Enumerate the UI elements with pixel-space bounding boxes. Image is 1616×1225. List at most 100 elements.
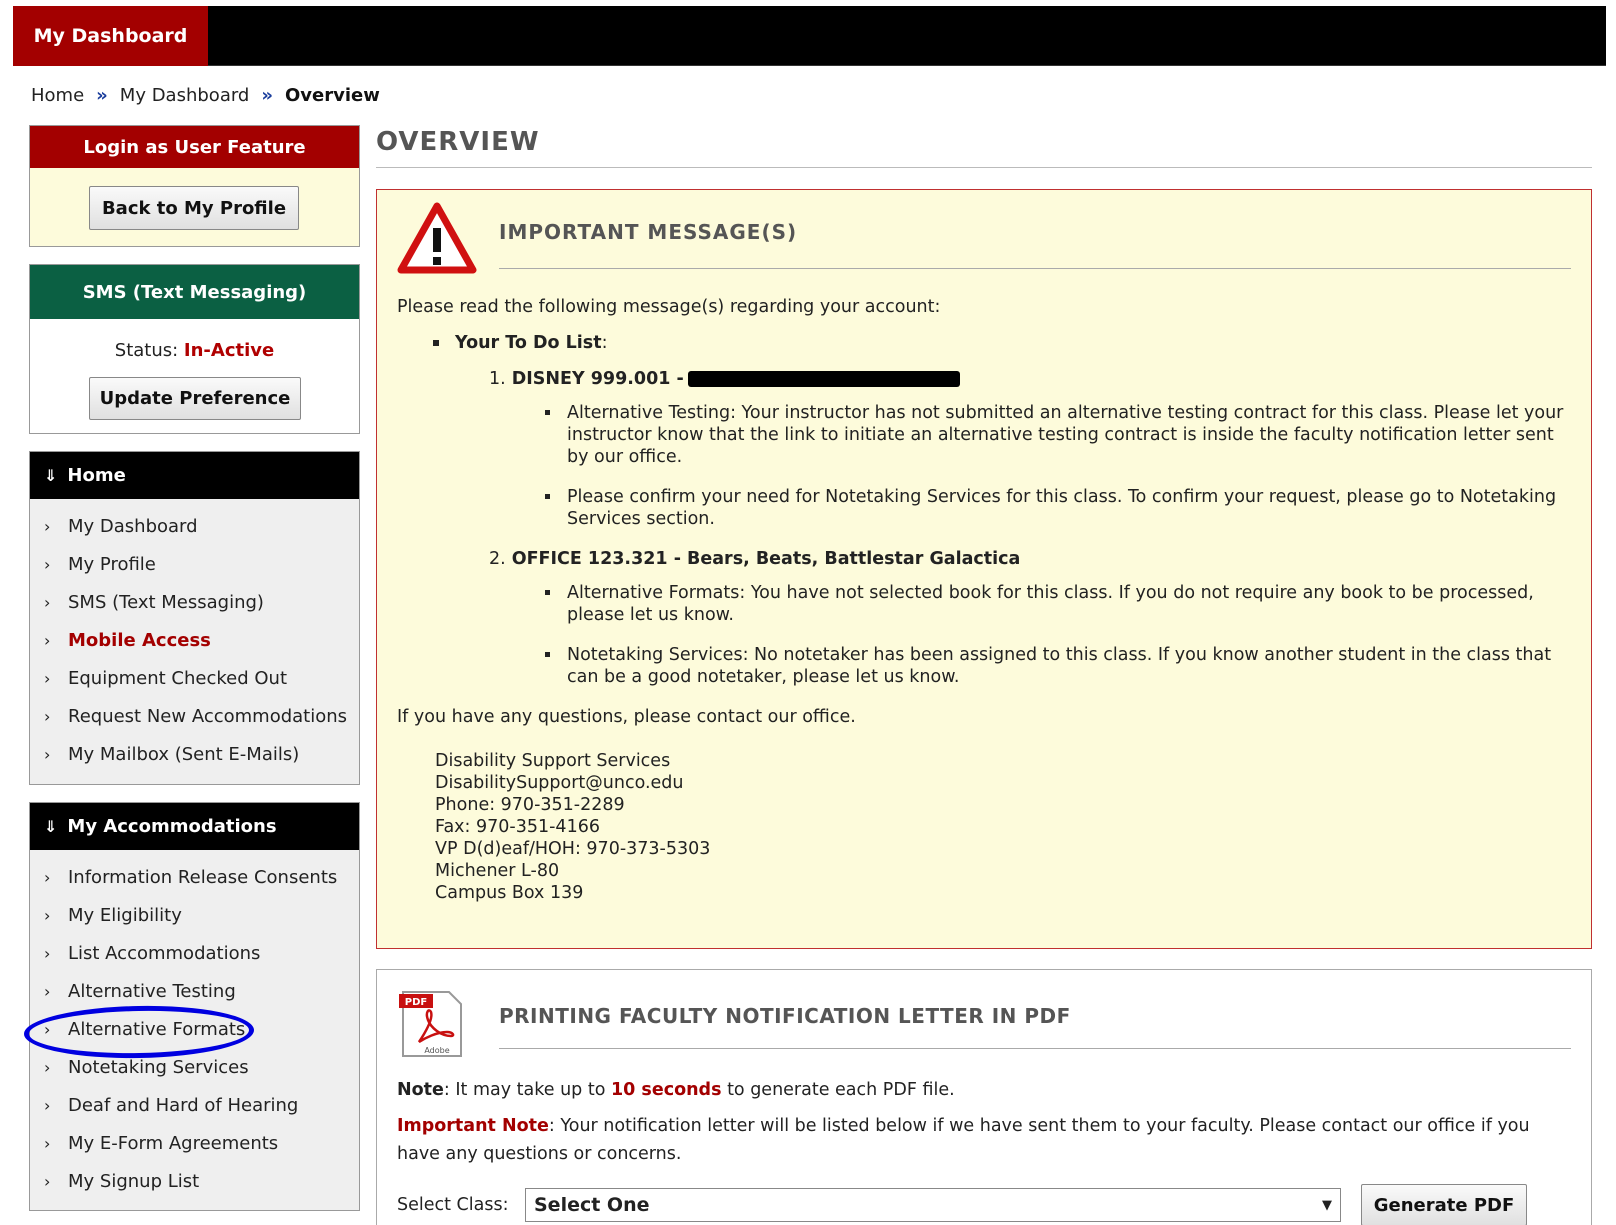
contact-line: Fax: 970-351-4166 — [435, 817, 600, 837]
sidebar-item-label: Notetaking Services — [68, 1056, 249, 1078]
sidebar-item-label: List Accommodations — [68, 942, 261, 964]
course-notice-list: Alternative Testing: Your instructor has… — [489, 402, 1577, 530]
update-preference-button[interactable]: Update Preference — [89, 377, 301, 420]
chevron-right-icon: › — [44, 1057, 51, 1077]
course-title: 2. OFFICE 123.321 - Bears, Beats, Battles… — [489, 548, 1577, 570]
course-notice: Alternative Testing: Your instructor has… — [545, 402, 1577, 468]
course-number: 2. — [489, 549, 506, 569]
sidebar-item-label: My Signup List — [68, 1170, 200, 1192]
sidebar-item-label: Information Release Consents — [68, 866, 338, 888]
pdf-panel-title: PRINTING FACULTY NOTIFICATION LETTER IN … — [499, 1004, 1071, 1028]
home-nav-list: › My Dashboard › My Profile › SMS (Text Messa… — [30, 499, 359, 773]
tab-my-dashboard[interactable]: My Dashboard — [13, 6, 208, 66]
sidebar-item-request-new-accommodations[interactable]: › Request New Accommodations — [30, 697, 359, 735]
sidebar-item-label: My Dashboard — [68, 515, 198, 537]
sidebar-item-sms-text-messaging[interactable]: › SMS (Text Messaging) — [30, 583, 359, 621]
accommodations-nav-list: › Information Release Consents › My Eligibi… — [30, 850, 359, 1200]
course-title: 1. DISNEY 999.001 - — [489, 368, 1577, 390]
home-nav-header[interactable]: ⇓ Home — [30, 452, 359, 499]
double-chevron-right-icon: » — [261, 84, 273, 106]
course-list: 1. DISNEY 999.001 - Alternative Testing: Y… — [433, 368, 1577, 688]
chevron-right-icon: › — [44, 905, 51, 925]
sidebar-item-equipment-checked-out[interactable]: › Equipment Checked Out — [30, 659, 359, 697]
chevron-right-icon: › — [44, 1171, 51, 1191]
sidebar-item-alternative-formats[interactable]: › Alternative Formats — [30, 1010, 359, 1048]
sidebar-item-mobile-access[interactable]: › Mobile Access — [30, 621, 359, 659]
message-divider — [499, 268, 1571, 269]
course-title-text: DISNEY 999.001 - — [511, 369, 684, 389]
sidebar-item-label: Request New Accommodations — [68, 705, 348, 727]
contact-line: Phone: 970-351-2289 — [435, 795, 625, 815]
home-nav-panel: ⇓ Home › My Dashboard › My Profile › SMS (Tex… — [29, 451, 360, 785]
select-class-label: Select Class: — [397, 1195, 509, 1215]
course-notice: Please confirm your need for Notetaking … — [545, 486, 1577, 530]
pdf-important-note: Important Note: Your notification letter… — [397, 1112, 1577, 1168]
chevron-right-icon: › — [44, 668, 51, 688]
double-chevron-down-icon: ⇓ — [44, 466, 58, 485]
chevron-right-icon: › — [44, 981, 51, 1001]
breadcrumb: Home » My Dashboard » Overview — [31, 82, 380, 108]
chevron-right-icon: › — [44, 592, 51, 612]
sidebar-item-label: Deaf and Hard of Hearing — [68, 1094, 299, 1116]
sidebar-item-label: My Profile — [68, 553, 156, 575]
home-nav-title: Home — [67, 465, 126, 486]
select-class-row: Select Class: Select One ▼ Generate PDF — [397, 1184, 1577, 1225]
chevron-right-icon: › — [44, 630, 51, 650]
bullet-icon — [433, 340, 439, 346]
sidebar-item-alternative-testing[interactable]: › Alternative Testing — [30, 972, 359, 1010]
sidebar-item-my-signup-list[interactable]: › My Signup List — [30, 1162, 359, 1200]
sidebar-item-my-mailbox-sent-e-mails[interactable]: › My Mailbox (Sent E-Mails) — [30, 735, 359, 773]
course-number: 1. — [489, 369, 506, 389]
pdf-divider — [499, 1048, 1571, 1049]
breadcrumb-home[interactable]: Home — [31, 85, 84, 106]
sidebar-item-label: My E-Form Agreements — [68, 1132, 279, 1154]
questions-text: If you have any questions, please contac… — [397, 707, 856, 727]
sms-header: SMS (Text Messaging) — [30, 265, 359, 319]
sidebar-item-my-e-form-agreements[interactable]: › My E-Form Agreements — [30, 1124, 359, 1162]
important-messages-title: IMPORTANT MESSAGE(S) — [499, 220, 798, 244]
chevron-right-icon: › — [44, 1019, 51, 1039]
back-to-my-profile-button[interactable]: Back to My Profile — [89, 186, 299, 230]
sidebar-item-list-accommodations[interactable]: › List Accommodations — [30, 934, 359, 972]
course-notice: Notetaking Services: No notetaker has be… — [545, 644, 1577, 688]
sidebar-item-label: Alternative Formats — [68, 1018, 246, 1040]
sidebar-item-my-eligibility[interactable]: › My Eligibility — [30, 896, 359, 934]
todo-heading: Your To Do List: — [433, 332, 1577, 354]
important-messages-panel: IMPORTANT MESSAGE(S) Please read the fol… — [376, 189, 1592, 949]
tab-label: My Dashboard — [33, 25, 188, 47]
contact-line: Michener L-80 — [435, 861, 560, 881]
breadcrumb-my-dashboard[interactable]: My Dashboard — [120, 85, 250, 106]
sidebar-item-information-release-consents[interactable]: › Information Release Consents — [30, 858, 359, 896]
sidebar-item-my-dashboard[interactable]: › My Dashboard — [30, 507, 359, 545]
contact-line: VP D(d)eaf/HOH: 970-373-5303 — [435, 839, 711, 859]
select-class-dropdown[interactable]: Select One ▼ — [525, 1188, 1341, 1222]
sms-status-value: In-Active — [183, 340, 275, 361]
course-notice: Alternative Formats: You have not select… — [545, 582, 1577, 626]
chevron-right-icon: › — [44, 867, 51, 887]
pdf-letter-panel: PDF Adobe PRINTING FACULTY NOTIFICATION … — [376, 969, 1592, 1225]
top-nav-bar: My Dashboard — [13, 6, 1606, 66]
sidebar-item-label: My Mailbox (Sent E-Mails) — [68, 743, 300, 765]
contact-line[interactable]: DisabilitySupport@unco.edu — [435, 772, 1577, 794]
chevron-right-icon: › — [44, 1133, 51, 1153]
accommodations-nav-header[interactable]: ⇓ My Accommodations — [30, 803, 359, 850]
chevron-right-icon: › — [44, 516, 51, 536]
sms-status-label: Status: — [114, 340, 179, 361]
title-divider — [376, 167, 1592, 168]
contact-info: Disability Support Services DisabilitySup… — [397, 750, 1577, 904]
pdf-important-label: Important Note — [397, 1116, 549, 1136]
chevron-right-icon: › — [44, 943, 51, 963]
sidebar-item-deaf-and-hard-of-hearing[interactable]: › Deaf and Hard of Hearing — [30, 1086, 359, 1124]
sidebar-item-notetaking-services[interactable]: › Notetaking Services — [30, 1048, 359, 1086]
sidebar-item-my-profile[interactable]: › My Profile — [30, 545, 359, 583]
select-class-value: Select One — [534, 1194, 650, 1216]
generate-pdf-button[interactable]: Generate PDF — [1361, 1184, 1527, 1225]
course-item: 2. OFFICE 123.321 - Bears, Beats, Battles… — [433, 548, 1577, 688]
breadcrumb-overview: Overview — [285, 84, 380, 106]
redaction-mark — [687, 371, 960, 387]
login-as-user-panel: Login as User Feature Back to My Profile — [29, 125, 360, 247]
pdf-note-pre: : It may take up to — [443, 1080, 611, 1100]
todo-heading-colon: : — [601, 333, 608, 353]
accommodations-nav-panel: ⇓ My Accommodations › Information Release… — [29, 802, 360, 1211]
message-body: Please read the following message(s) reg… — [397, 296, 1577, 904]
